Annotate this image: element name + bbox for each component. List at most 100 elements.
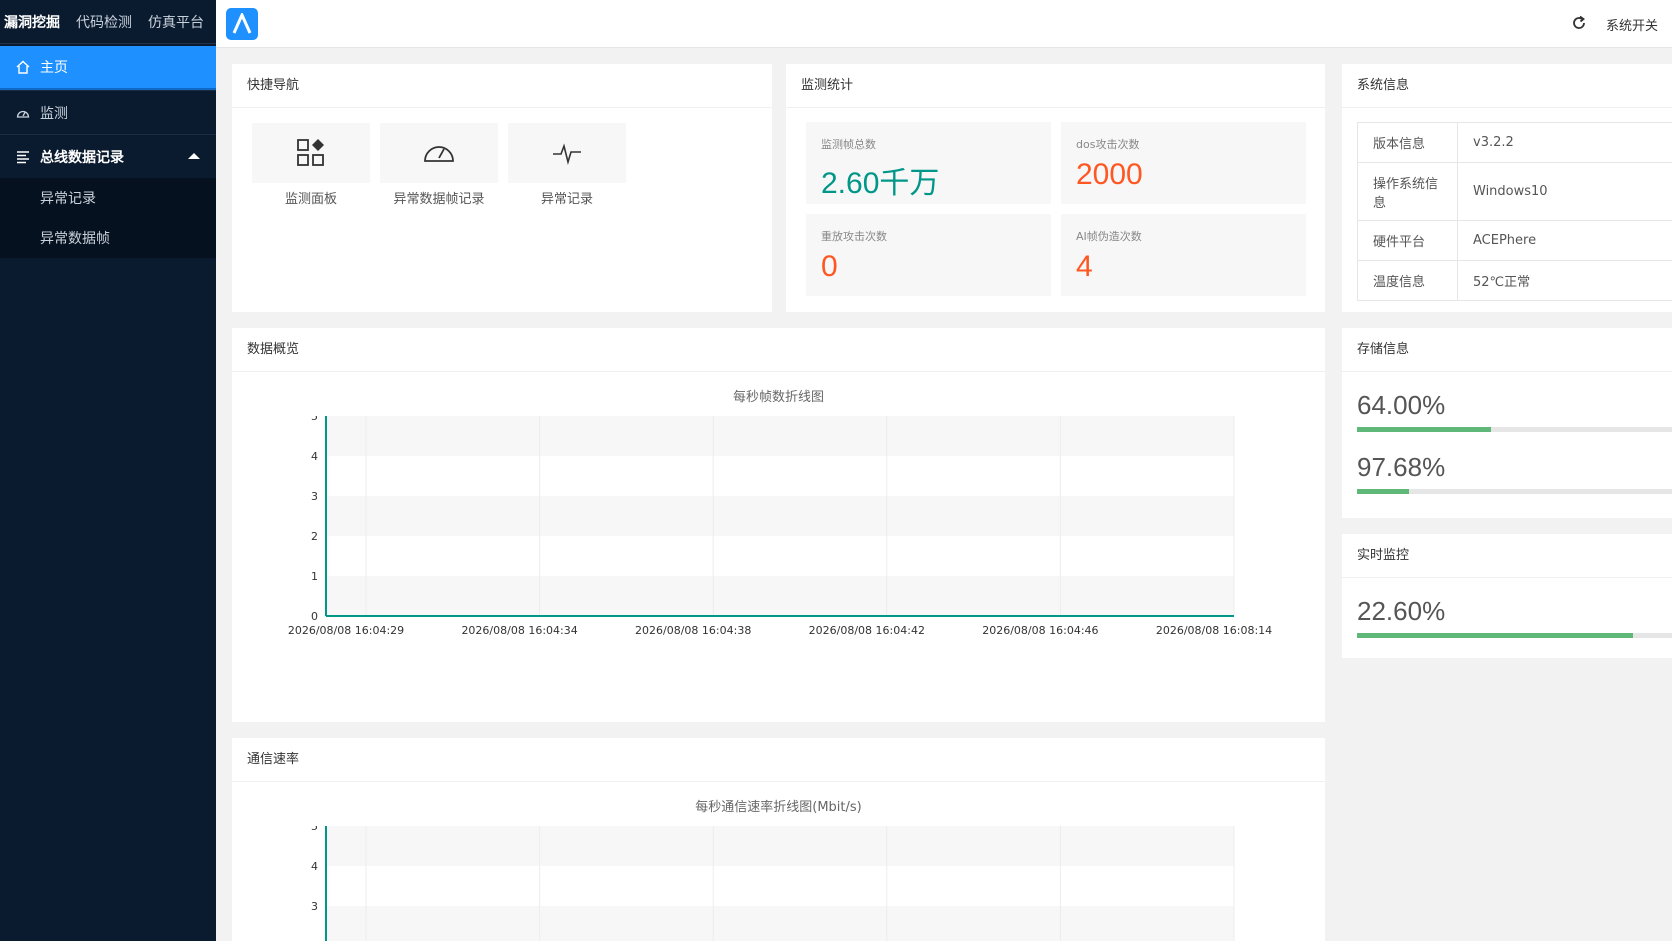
header: 系统开关 bbox=[216, 0, 1672, 48]
system-info-table: 版本信息 v3.2.2 操作系统信息 Windows10 硬件平台 ACEPhere … bbox=[1357, 122, 1672, 301]
stat-value: 4 bbox=[1076, 250, 1093, 283]
chart-y-tick-label: 4 bbox=[311, 450, 318, 463]
comm-rate-card: 通信速率 每秒通信速率折线图(Mbit/s) 3 4 5 bbox=[232, 738, 1325, 941]
card-title: 实时监控 bbox=[1342, 534, 1672, 578]
chart-grid-band bbox=[326, 456, 1234, 496]
quick-nav-card: 快捷导航 监测面板 异常数据帧记录 异常记录 bbox=[232, 64, 772, 312]
chart-title: 每秒帧数折线图 bbox=[732, 390, 824, 405]
refresh-icon[interactable] bbox=[1570, 14, 1588, 32]
chart-y-tick-label: 3 bbox=[311, 900, 318, 913]
frames-per-second-chart: 0 1 2 3 4 5 2026/08/08 16:04:29 2026/08/08 16:0… bbox=[288, 416, 1272, 637]
info-value: 52℃正常 bbox=[1457, 260, 1672, 301]
chart-y-tick-label: 3 bbox=[311, 490, 318, 503]
sidebar-item-label: 总线数据记录 bbox=[40, 149, 124, 166]
stat-dos-attacks: dos攻击次数 2000 bbox=[1061, 122, 1306, 204]
stat-label: 重放攻击次数 bbox=[821, 230, 887, 243]
storage-card: 存储信息 64.00% 97.68% bbox=[1342, 328, 1672, 518]
card-title: 系统信息 bbox=[1342, 64, 1672, 108]
storage-progress-fill bbox=[1357, 427, 1491, 432]
chart-y-tick-label: 0 bbox=[311, 610, 318, 623]
table-row: 硬件平台 ACEPhere bbox=[1357, 220, 1672, 261]
chart-grid-band bbox=[326, 576, 1234, 616]
chart-grid-band bbox=[326, 536, 1234, 576]
quick-nav-anomaly-frame-records[interactable]: 异常数据帧记录 bbox=[380, 123, 498, 207]
chart-y-tick-label: 5 bbox=[311, 416, 318, 423]
table-row: 版本信息 v3.2.2 bbox=[1357, 122, 1672, 163]
quick-nav-label: 监测面板 bbox=[284, 192, 337, 207]
pulse-icon bbox=[553, 143, 581, 166]
sidebar-item-anomaly-records[interactable]: 异常记录 bbox=[0, 178, 216, 218]
sidebar-item-monitor[interactable]: 监测 bbox=[0, 90, 216, 134]
chart-x-tick-label: 2026/08/08 16:04:38 bbox=[635, 624, 751, 637]
card-title: 数据概览 bbox=[232, 328, 1325, 372]
stat-total-frames: 监测帧总数 2.60千万 bbox=[806, 122, 1051, 204]
stat-label: dos攻击次数 bbox=[1076, 138, 1140, 151]
storage-progress-track bbox=[1357, 489, 1672, 494]
chart-x-tick-label: 2026/08/08 16:04:34 bbox=[461, 624, 577, 637]
chart-title: 每秒通信速率折线图(Mbit/s) bbox=[695, 800, 862, 815]
top-tabs: 漏洞挖掘 代码检测 仿真平台 bbox=[0, 0, 216, 44]
stat-value: 2.60千万 bbox=[821, 167, 940, 200]
stat-ai-forgery: AI帧伪造次数 4 bbox=[1061, 214, 1306, 296]
grid-icon bbox=[297, 139, 324, 166]
chart-grid-band bbox=[326, 496, 1234, 536]
card-title: 存储信息 bbox=[1342, 328, 1672, 372]
info-key: 操作系统信息 bbox=[1357, 162, 1458, 221]
storage-percent: 97.68% bbox=[1357, 452, 1446, 482]
logo bbox=[226, 8, 258, 40]
chart-x-tick-label: 2026/08/08 16:08:14 bbox=[1156, 624, 1272, 637]
chart-x-tick-label: 2026/08/08 16:04:29 bbox=[288, 624, 404, 637]
info-value: ACEPhere bbox=[1457, 220, 1672, 261]
chart-y-tick-label: 2 bbox=[311, 530, 318, 543]
list-icon bbox=[16, 150, 30, 164]
info-value: Windows10 bbox=[1457, 162, 1672, 221]
stat-value: 0 bbox=[821, 250, 838, 283]
sidebar-item-home[interactable]: 主页 bbox=[0, 46, 216, 90]
card-title: 通信速率 bbox=[232, 738, 1325, 782]
chart-grid-band bbox=[326, 416, 1234, 456]
system-info-card: 系统信息 版本信息 v3.2.2 操作系统信息 Windows10 硬件平台 ACEP… bbox=[1342, 64, 1672, 312]
sidebar-item-bus-records[interactable]: 总线数据记录 bbox=[0, 134, 216, 178]
system-switch-button[interactable]: 系统开关 bbox=[1606, 15, 1658, 34]
quick-nav-monitor-panel[interactable]: 监测面板 bbox=[252, 123, 370, 207]
realtime-progress-fill bbox=[1357, 633, 1634, 638]
storage-progress-fill bbox=[1357, 489, 1409, 494]
quick-nav-label: 异常数据帧记录 bbox=[393, 192, 485, 207]
stat-value: 2000 bbox=[1076, 158, 1143, 191]
tab-code-check[interactable]: 代码检测 bbox=[68, 12, 140, 32]
card-title: 快捷导航 bbox=[232, 64, 772, 108]
stat-label: AI帧伪造次数 bbox=[1076, 230, 1142, 243]
storage-percent: 64.00% bbox=[1357, 390, 1446, 420]
sidebar-item-label: 主页 bbox=[40, 60, 68, 76]
subnav: 异常记录 异常数据帧 bbox=[0, 178, 216, 258]
stat-label: 监测帧总数 bbox=[821, 138, 876, 151]
tab-simulation[interactable]: 仿真平台 bbox=[140, 12, 212, 32]
comm-rate-chart: 3 4 5 bbox=[311, 826, 1235, 941]
realtime-card: 实时监控 22.60% bbox=[1342, 534, 1672, 658]
card-title: 监测统计 bbox=[786, 64, 1325, 108]
chart-grid-band bbox=[326, 866, 1234, 906]
stat-replay-attacks: 重放攻击次数 0 bbox=[806, 214, 1051, 296]
chart-grid-band bbox=[326, 906, 1234, 941]
chart-y-tick-label: 5 bbox=[311, 826, 318, 833]
sidebar-item-label: 监测 bbox=[40, 105, 68, 122]
dashboard-icon bbox=[16, 106, 30, 120]
chart-y-tick-label: 1 bbox=[311, 570, 318, 583]
tab-vuln-mining[interactable]: 漏洞挖掘 bbox=[0, 12, 68, 32]
logo-mark-icon bbox=[232, 13, 252, 34]
realtime-progress-track bbox=[1357, 633, 1672, 638]
sidebar-item-anomaly-frames[interactable]: 异常数据帧 bbox=[0, 218, 216, 258]
home-icon bbox=[16, 60, 30, 74]
info-key: 温度信息 bbox=[1357, 260, 1458, 301]
monitor-stats-card: 监测统计 监测帧总数 2.60千万 dos攻击次数 2000 重放攻击次数 0 … bbox=[786, 64, 1325, 312]
table-row: 温度信息 52℃正常 bbox=[1357, 260, 1672, 301]
storage-progress-track bbox=[1357, 427, 1672, 432]
info-value: v3.2.2 bbox=[1457, 122, 1672, 163]
sidebar: 漏洞挖掘 代码检测 仿真平台 主页 监测 总线数据记录 异常记录 异常数据帧 bbox=[0, 0, 216, 941]
quick-nav-anomaly-records[interactable]: 异常记录 bbox=[508, 123, 626, 207]
chart-x-tick-label: 2026/08/08 16:04:42 bbox=[809, 624, 925, 637]
quick-nav-label: 异常记录 bbox=[540, 192, 593, 207]
realtime-percent: 22.60% bbox=[1357, 596, 1446, 626]
caret-up-icon bbox=[188, 153, 200, 159]
chart-y-tick-label: 4 bbox=[311, 860, 318, 873]
